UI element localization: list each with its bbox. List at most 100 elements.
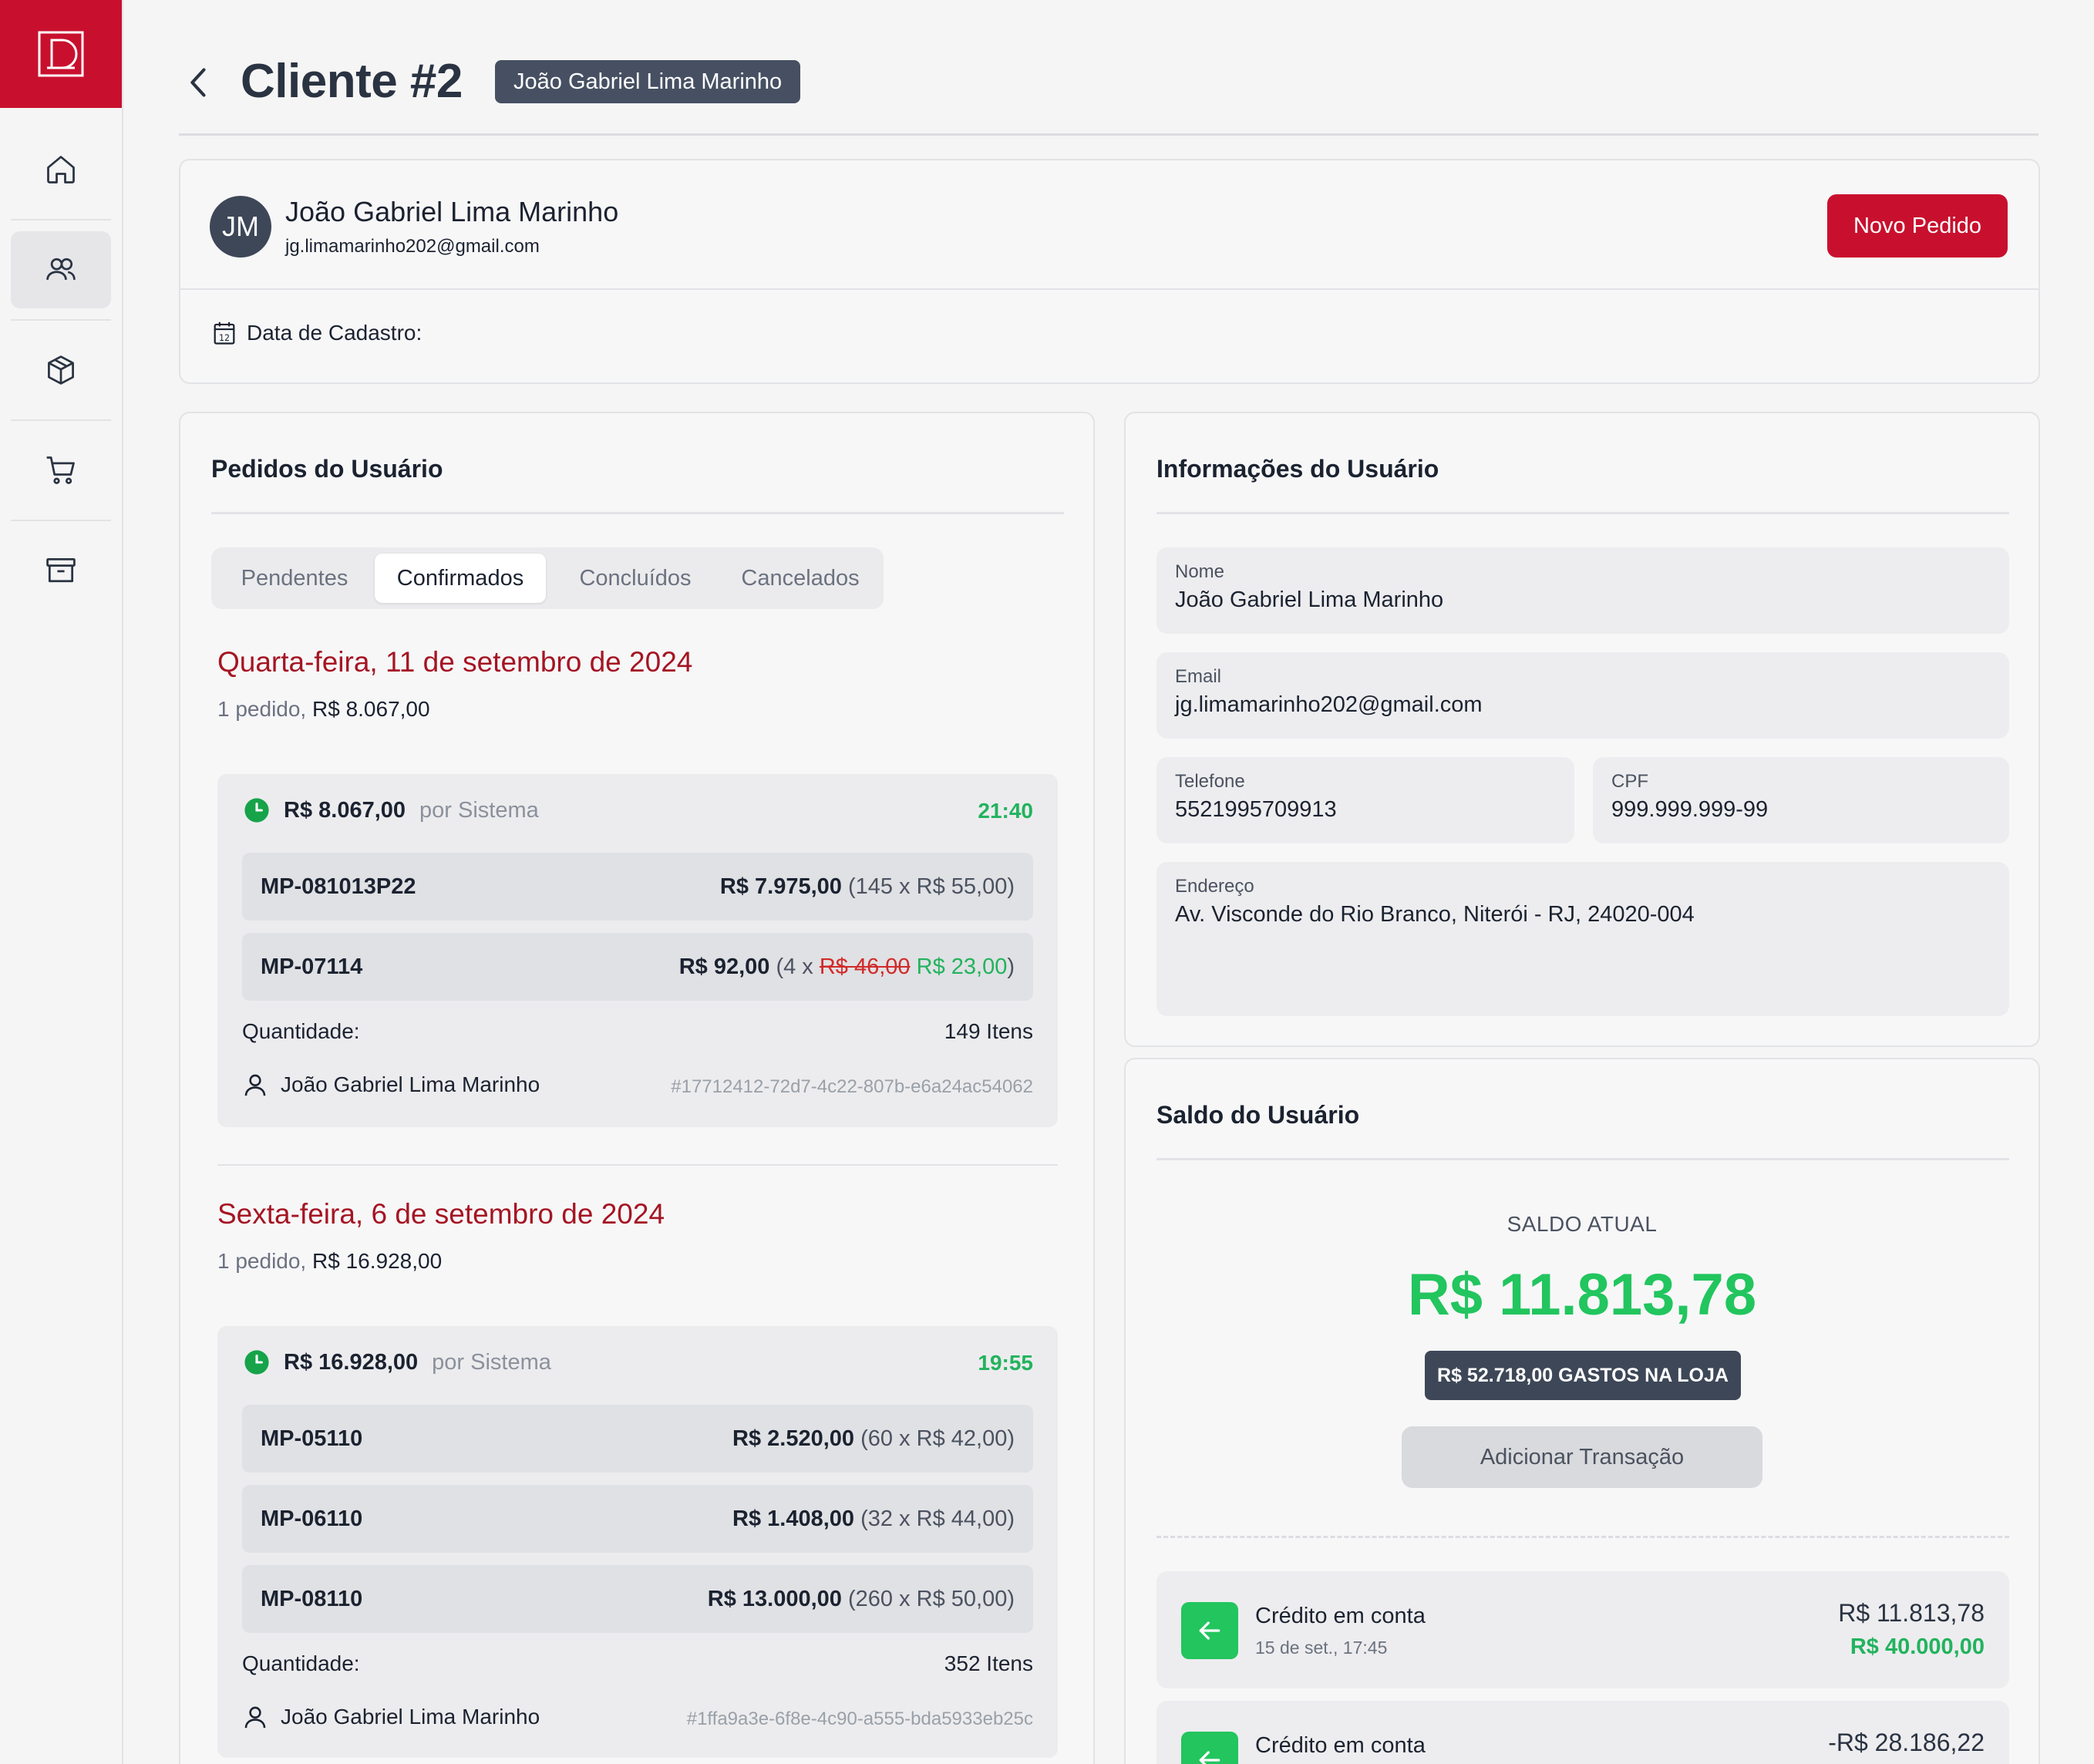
registration-date-label: Data de Cadastro: (247, 321, 423, 345)
back-button[interactable] (180, 62, 219, 103)
order-date-heading: Sexta-feira, 6 de setembro de 2024 (217, 1198, 665, 1230)
order-time: 19:55 (978, 1351, 1033, 1375)
nav-users[interactable] (11, 231, 111, 308)
balance-title: Saldo do Usuário (1156, 1101, 1360, 1129)
order-card[interactable]: R$ 8.067,00 por Sistema 21:40 MP-081013P… (217, 774, 1058, 1127)
user-info-title: Informações do Usuário (1156, 455, 1439, 483)
avatar: JM (210, 196, 271, 258)
tab-cancelados[interactable]: Cancelados (723, 554, 877, 603)
order-group-divider (217, 1164, 1058, 1166)
field-label: Endereço (1175, 876, 1254, 897)
profile-header: JM João Gabriel Lima Marinho jg.limamari… (180, 160, 2038, 290)
box-icon (48, 355, 74, 385)
user-info-card: Informações do Usuário Nome João Gabriel… (1124, 412, 2040, 1047)
order-date-summary: 1 pedido, R$ 16.928,00 (217, 1249, 443, 1273)
order-date-summary: 1 pedido, R$ 8.067,00 (217, 697, 430, 721)
page-header: Cliente #2 João Gabriel Lima Marinho (179, 46, 2038, 136)
transaction-row[interactable]: Crédito em conta 15 de set., 17:45 R$ 11… (1156, 1571, 2009, 1688)
user-icon (244, 1706, 266, 1729)
order-source: por Sistema (419, 797, 539, 823)
profile-card: JM João Gabriel Lima Marinho jg.limamari… (179, 159, 2040, 384)
chevron-left-icon (190, 68, 206, 97)
order-user-name: João Gabriel Lima Marinho (281, 1705, 540, 1729)
arrow-left-icon (1199, 1621, 1220, 1640)
add-transaction-button[interactable]: Adicionar Transação (1402, 1426, 1762, 1488)
field-value: 999.999.999-99 (1611, 797, 1769, 822)
field-value: João Gabriel Lima Marinho (1175, 587, 1444, 612)
order-item-row: MP-08110 R$ 13.000,00 (260 x R$ 50,00) (242, 1565, 1033, 1633)
order-date-heading: Quarta-feira, 11 de setembro de 2024 (217, 646, 693, 678)
balance-value: R$ 11.813,78 (1407, 1262, 1757, 1328)
credit-icon-tile (1181, 1732, 1238, 1764)
tab-confirmados[interactable]: Confirmados (375, 554, 546, 603)
page-title: Cliente #2 (241, 55, 463, 108)
item-code: MP-05110 (261, 1426, 363, 1451)
order-user: João Gabriel Lima Marinho (242, 1704, 540, 1730)
order-user-name: João Gabriel Lima Marinho (281, 1072, 540, 1096)
address-field: Endereço Av. Visconde do Rio Branco, Nit… (1156, 862, 2009, 1016)
transaction-amount: -R$ 28.186,22 (1828, 1729, 1985, 1756)
tab-concluidos[interactable]: Concluídos (550, 554, 720, 603)
transaction-amount: R$ 11.813,78 (1838, 1599, 1985, 1627)
item-price: R$ 2.520,00 (60 x R$ 42,00) (732, 1426, 1015, 1451)
name-field: Nome João Gabriel Lima Marinho (1156, 547, 2009, 634)
item-price: R$ 13.000,00 (260 x R$ 50,00) (707, 1587, 1015, 1611)
archive-icon (46, 557, 76, 583)
order-total: R$ 8.067,00 (284, 797, 406, 823)
order-source: por Sistema (432, 1349, 551, 1375)
transaction-title: Crédito em conta (1255, 1733, 1426, 1758)
nav-products[interactable] (11, 332, 111, 409)
order-id[interactable]: #17712412-72d7-4c22-807b-e6a24ac54062 (671, 1076, 1033, 1098)
order-time: 21:40 (978, 799, 1033, 823)
field-value: 5521995709913 (1175, 797, 1337, 822)
profile-email: jg.limamarinho202@gmail.com (285, 236, 540, 257)
logo-icon (38, 31, 84, 77)
sidebar (0, 0, 123, 1764)
item-price: R$ 7.975,00 (145 x R$ 55,00) (719, 874, 1015, 899)
client-name-badge: João Gabriel Lima Marinho (495, 60, 801, 103)
registration-date: 12 Data de Cadastro: (213, 321, 422, 345)
quantity-value: 149 Itens (944, 1019, 1033, 1043)
item-code: MP-06110 (261, 1506, 363, 1531)
tab-pendentes[interactable]: Pendentes (217, 554, 372, 603)
discount-price: R$ 23,00 (916, 954, 1008, 979)
nav-divider (11, 419, 111, 421)
field-label: Email (1175, 666, 1222, 687)
transaction-row[interactable]: Crédito em conta -R$ 28.186,22 (1156, 1701, 2009, 1764)
nav-divider (11, 219, 111, 220)
nav-archive[interactable] (11, 532, 111, 609)
order-item-row: MP-07114 R$ 92,00 (4 x R$ 46,00 R$ 23,00… (242, 933, 1033, 1001)
quantity-label: Quantidade: (242, 1019, 360, 1043)
order-header: R$ 16.928,00 por Sistema (244, 1349, 551, 1375)
user-icon (244, 1074, 266, 1096)
order-status-tabs: Pendentes Confirmados Concluídos Cancela… (211, 547, 884, 609)
order-id[interactable]: #1ffa9a3e-6f8e-4c90-a555-bda5933eb25c (687, 1708, 1033, 1730)
order-user: João Gabriel Lima Marinho (242, 1072, 540, 1098)
arrow-left-icon (1199, 1751, 1220, 1764)
field-value: jg.limamarinho202@gmail.com (1175, 692, 1483, 717)
item-code: MP-081013P22 (261, 874, 416, 899)
app-logo[interactable] (0, 0, 122, 108)
cpf-field: CPF 999.999.999-99 (1593, 757, 2009, 843)
section-divider (1156, 512, 2009, 514)
order-item-row: MP-081013P22 R$ 7.975,00 (145 x R$ 55,00… (242, 853, 1033, 921)
section-divider (211, 512, 1064, 514)
orders-card: Pedidos do Usuário Pendentes Confirmados… (179, 412, 1095, 1764)
section-divider (1156, 1158, 2009, 1160)
cart-icon (46, 456, 75, 484)
new-order-button[interactable]: Novo Pedido (1827, 194, 2008, 258)
order-item-row: MP-05110 R$ 2.520,00 (60 x R$ 42,00) (242, 1405, 1033, 1473)
home-icon (47, 156, 75, 183)
nav-divider (11, 520, 111, 521)
transaction-balance: R$ 40.000,00 (1850, 1634, 1985, 1659)
balance-label: SALDO ATUAL (1507, 1212, 1658, 1236)
calendar-icon: 12 (214, 321, 235, 345)
item-code: MP-08110 (261, 1587, 363, 1611)
order-card[interactable]: R$ 16.928,00 por Sistema 19:55 MP-05110 … (217, 1326, 1058, 1758)
clock-icon (244, 1350, 269, 1375)
quantity-value: 352 Itens (944, 1651, 1033, 1675)
nav-cart[interactable] (11, 432, 111, 509)
nav-home[interactable] (11, 131, 111, 208)
field-label: Nome (1175, 561, 1225, 582)
quantity-label: Quantidade: (242, 1651, 360, 1675)
